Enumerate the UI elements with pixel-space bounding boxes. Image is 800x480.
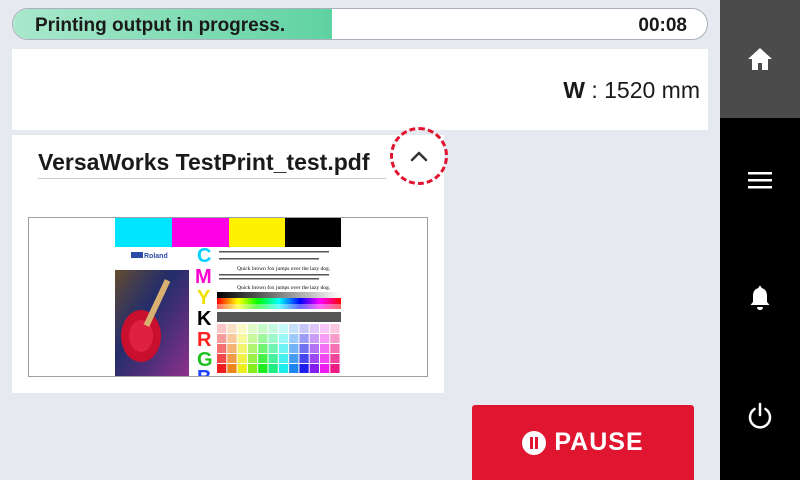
width-value: 1520 mm — [604, 77, 700, 103]
preview-color-patch — [299, 364, 309, 373]
width-separator: : — [591, 77, 605, 103]
preview-color-patch — [278, 344, 289, 353]
preview-color-patch — [227, 324, 237, 333]
job-panel: VersaWorks TestPrint_test.pdf Roland C M… — [12, 127, 448, 393]
preview-color-patch — [278, 354, 289, 363]
elapsed-time: 00:08 — [638, 15, 687, 36]
preview-color-patch — [227, 344, 237, 353]
preview-letter-r: R — [197, 329, 212, 351]
preview-color-patch — [320, 344, 330, 353]
preview-color-patch — [278, 364, 289, 373]
status-message: Printing output in progress. — [35, 15, 286, 36]
preview-color-patch — [320, 364, 330, 373]
home-icon — [748, 48, 772, 70]
preview-color-patch — [268, 334, 278, 343]
media-width-readout: W : 1520 mm — [563, 77, 700, 104]
sidebar-item-menu[interactable] — [720, 140, 800, 220]
preview-color-patch — [247, 354, 258, 363]
preview-color-patch — [217, 354, 227, 363]
print-preview: Roland C M Y K R G B — [28, 217, 428, 377]
preview-color-patch — [309, 354, 319, 363]
preview-color-patch — [227, 334, 237, 343]
preview-color-patch — [247, 364, 258, 373]
job-filename: VersaWorks TestPrint_test.pdf — [38, 149, 386, 179]
preview-color-patch — [247, 324, 258, 333]
preview-color-patch — [289, 324, 299, 333]
preview-color-patch — [258, 334, 268, 343]
collapse-button[interactable] — [390, 127, 448, 185]
preview-color-patch — [299, 334, 309, 343]
preview-color-patch — [217, 334, 227, 343]
preview-color-patch — [320, 334, 330, 343]
preview-color-patch — [278, 324, 289, 333]
preview-color-patch — [330, 344, 340, 353]
preview-color-patch — [227, 364, 237, 373]
preview-color-patch — [289, 344, 299, 353]
preview-letter-m: M — [195, 266, 212, 288]
preview-color-patch — [330, 364, 340, 373]
pause-icon — [522, 430, 547, 455]
preview-color-patch — [227, 354, 237, 363]
preview-color-patch — [237, 324, 247, 333]
width-key: W — [563, 77, 585, 103]
preview-color-patch — [299, 324, 309, 333]
preview-color-patch — [258, 324, 268, 333]
preview-color-patch — [299, 354, 309, 363]
preview-color-patch — [237, 354, 247, 363]
preview-color-patch — [247, 344, 258, 353]
sidebar — [720, 0, 800, 480]
preview-image: Roland C M Y K R G B — [115, 218, 341, 377]
preview-letter-c: C — [197, 245, 211, 267]
preview-color-patch — [268, 344, 278, 353]
preview-text-2: Quick brown fox jumps over the lazy dog. — [237, 284, 331, 291]
sidebar-item-home[interactable] — [720, 0, 800, 118]
preview-color-patch — [289, 334, 299, 343]
preview-color-patch — [320, 354, 330, 363]
chevron-up-icon — [410, 151, 428, 162]
preview-text-1: Quick brown fox jumps over the lazy dog. — [237, 265, 331, 272]
preview-color-patch — [309, 334, 319, 343]
pause-button[interactable]: PAUSE — [472, 405, 694, 480]
preview-color-patch — [268, 354, 278, 363]
preview-color-patch — [320, 324, 330, 333]
preview-color-patch — [289, 354, 299, 363]
pause-label: PAUSE — [554, 428, 644, 456]
preview-color-patch — [309, 364, 319, 373]
preview-color-patch — [268, 364, 278, 373]
preview-color-patch — [217, 364, 227, 373]
media-width-panel: W : 1520 mm — [12, 49, 708, 130]
sidebar-item-power[interactable] — [720, 376, 800, 456]
preview-brand: Roland — [144, 253, 168, 260]
preview-color-patch — [258, 344, 268, 353]
menu-icon — [748, 172, 772, 189]
preview-color-patch — [247, 334, 258, 343]
preview-color-patch — [237, 364, 247, 373]
preview-color-patch — [309, 344, 319, 353]
preview-color-patch — [237, 344, 247, 353]
bell-icon — [750, 286, 770, 310]
preview-letter-y: Y — [197, 287, 211, 309]
preview-color-patch — [217, 344, 227, 353]
sidebar-item-notifications[interactable] — [720, 258, 800, 338]
preview-color-patch — [258, 364, 268, 373]
preview-letter-b: B — [197, 367, 211, 377]
preview-color-patch — [330, 354, 340, 363]
preview-letter-k: K — [197, 308, 212, 330]
preview-color-patch — [278, 334, 289, 343]
print-progress-bar: Printing output in progress. 00:08 — [12, 8, 708, 40]
preview-color-patch — [330, 324, 340, 333]
preview-color-patch — [309, 324, 319, 333]
preview-color-patch — [268, 324, 278, 333]
preview-color-patch — [217, 324, 227, 333]
power-icon — [748, 402, 772, 429]
preview-color-patch — [289, 364, 299, 373]
preview-color-patch — [299, 344, 309, 353]
preview-color-patch — [330, 334, 340, 343]
preview-color-patch — [258, 354, 268, 363]
preview-color-patch — [237, 334, 247, 343]
